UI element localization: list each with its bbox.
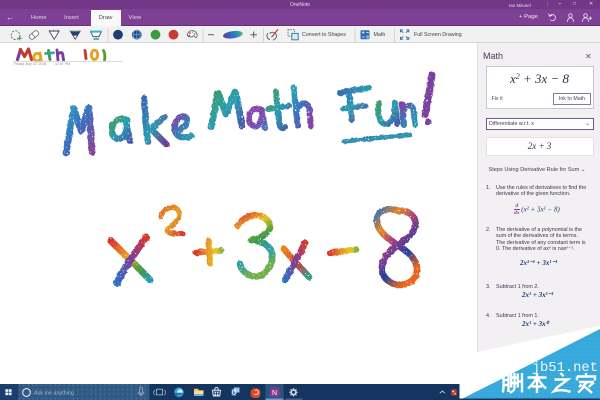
svg-text:jb51.net: jb51.net — [532, 360, 598, 376]
